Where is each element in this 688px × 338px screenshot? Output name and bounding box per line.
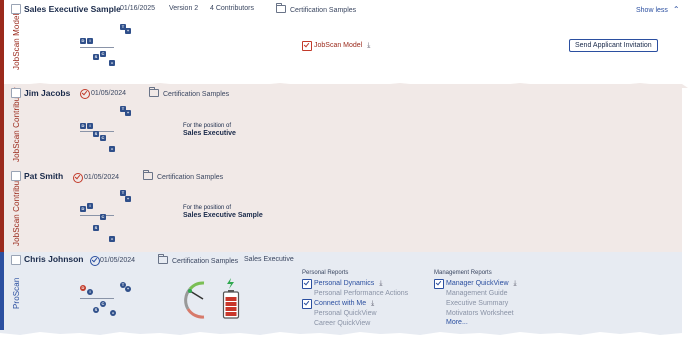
gauge-icon [184, 281, 205, 319]
jobscan-model-section: JobScan Model Sales Executive Sample 01/… [0, 0, 682, 84]
contributor-date: 01/05/2024 [84, 174, 120, 181]
report-link-connect-with-me[interactable]: Connect with Me ⤓ [314, 300, 374, 308]
section-accent-bar [0, 0, 4, 84]
report-checkbox[interactable] [434, 279, 444, 289]
contributor-name[interactable]: Jim Jacobs [24, 88, 70, 98]
disc-pattern-graphic: D I S C T + = [80, 106, 131, 152]
disc-pattern-graphic: D I S C T + = [80, 282, 131, 316]
model-checkbox[interactable] [302, 41, 312, 51]
position-title: Sales Executive [244, 256, 294, 263]
download-icon[interactable]: ⤓ [367, 42, 370, 50]
model-name[interactable]: Sales Executive Sample [24, 4, 121, 14]
select-checkbox[interactable] [11, 255, 21, 265]
torn-edge-divider [0, 330, 682, 335]
section-accent-bar [0, 84, 4, 168]
select-checkbox[interactable] [11, 4, 21, 14]
folder-link[interactable]: Certification Samples [158, 254, 238, 265]
disc-pattern-graphic: D I S C T + = [80, 190, 131, 242]
report-link-management-guide[interactable]: Management Guide [446, 290, 507, 297]
download-icon[interactable]: ⤓ [514, 280, 517, 288]
model-date: 01/16/2025 [120, 5, 156, 12]
check-icon [80, 89, 90, 99]
contributor-section: JobScan Contributor Jim Jacobs 01/05/202… [0, 84, 682, 168]
contributor-date: 01/05/2024 [91, 90, 127, 97]
send-applicant-invitation-button[interactable]: Send Applicant Invitation [569, 39, 658, 52]
section-type-label: JobScan Model [12, 13, 21, 70]
report-link-career-quickview[interactable]: Career QuickView [314, 320, 370, 327]
jobscan-model-report-link[interactable]: JobScan Model ⤓ [314, 42, 370, 50]
select-checkbox[interactable] [11, 171, 21, 181]
position-title: Sales Executive [183, 130, 236, 137]
download-icon[interactable]: ⤓ [371, 300, 374, 308]
show-less-link[interactable]: Show less ⌃ [636, 5, 680, 14]
disc-pattern-graphic: D I S C T + = [80, 24, 131, 66]
position-caption: For the position of [183, 205, 232, 211]
contributors-count[interactable]: 4 Contributors [210, 5, 254, 12]
folder-link[interactable]: Certification Samples [276, 3, 356, 14]
folder-icon [276, 3, 286, 13]
folder-icon [143, 170, 153, 180]
section-accent-bar [0, 168, 4, 252]
folder-icon [158, 254, 168, 264]
more-reports-link[interactable]: More... [446, 319, 468, 326]
folder-link[interactable]: Certification Samples [143, 170, 223, 181]
report-checkbox[interactable] [302, 279, 312, 289]
folder-icon [149, 87, 159, 97]
report-link-personal-dynamics[interactable]: Personal Dynamics ⤓ [314, 280, 382, 288]
battery-icon [222, 278, 240, 319]
report-link-personal-performance[interactable]: Personal Performance Actions [314, 290, 408, 297]
position-title: Sales Executive Sample [183, 212, 263, 219]
select-checkbox[interactable] [11, 88, 21, 98]
proscan-section: ProScan Chris Johnson 01/05/2024 Certifi… [0, 252, 682, 332]
section-type-label: JobScan Contributor [12, 87, 21, 162]
personal-reports-header: Personal Reports [302, 270, 349, 276]
report-link-executive-summary[interactable]: Executive Summary [446, 300, 508, 307]
section-accent-bar [0, 252, 4, 332]
report-link-motivators-worksheet[interactable]: Motivators Worksheet [446, 310, 514, 317]
download-icon[interactable]: ⤓ [379, 280, 382, 288]
management-reports-header: Management Reports [434, 270, 492, 276]
chevron-up-icon: ⌃ [672, 5, 680, 14]
proscan-date: 01/05/2024 [100, 257, 136, 264]
person-name[interactable]: Chris Johnson [24, 254, 84, 264]
contributor-section: JobScan Contributor Pat Smith 01/05/2024… [0, 168, 682, 252]
report-link-manager-quickview[interactable]: Manager QuickView ⤓ [446, 280, 517, 288]
position-caption: For the position of [183, 123, 232, 129]
report-checkbox[interactable] [302, 299, 312, 309]
folder-link[interactable]: Certification Samples [149, 87, 229, 98]
report-link-personal-quickview[interactable]: Personal QuickView [314, 310, 377, 317]
check-icon [73, 173, 83, 183]
contributor-name[interactable]: Pat Smith [24, 171, 63, 181]
model-version: Version 2 [169, 5, 199, 12]
section-type-label: ProScan [12, 277, 21, 309]
check-icon [90, 256, 100, 266]
section-type-label: JobScan Contributor [12, 171, 21, 246]
